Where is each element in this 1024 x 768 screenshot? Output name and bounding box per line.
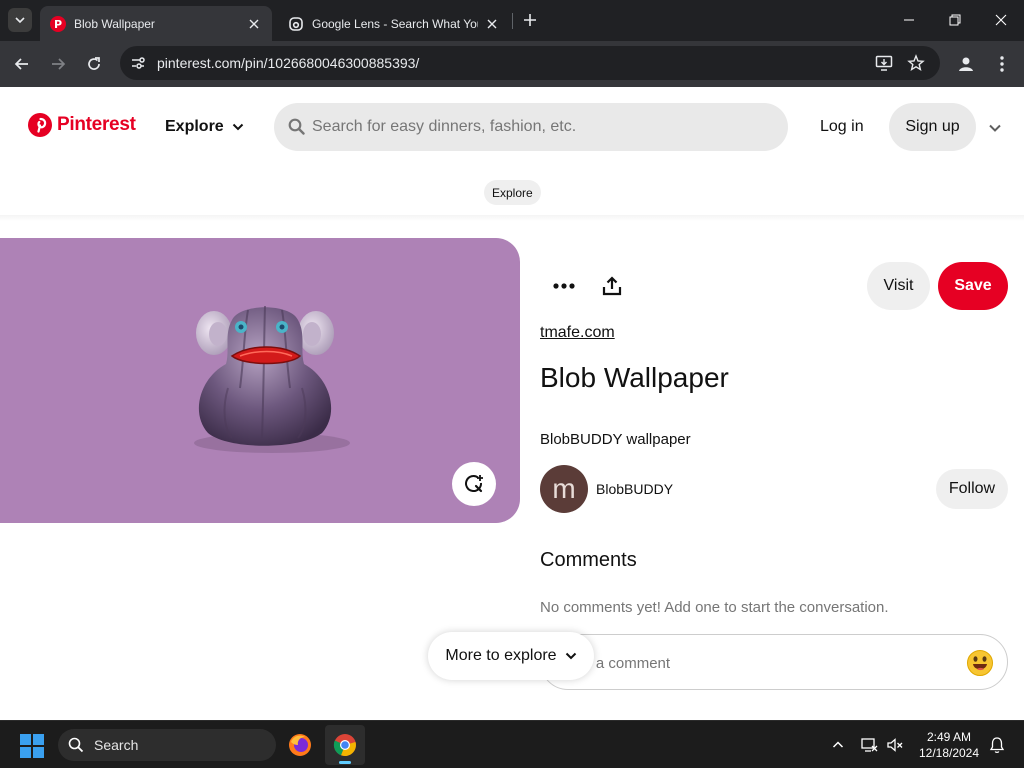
address-bar[interactable]: pinterest.com/pin/1026680046300885393/: [120, 46, 940, 80]
google-lens-icon: [288, 16, 304, 32]
taskbar: Search 2:49 AM 12/18/2024: [0, 720, 1024, 768]
show-hidden-icons-button[interactable]: [827, 734, 849, 756]
more-to-explore-label: More to explore: [445, 647, 557, 664]
tab-title: Google Lens - Search What You See: [312, 16, 478, 31]
tab-search-button[interactable]: [8, 8, 32, 32]
new-tab-button[interactable]: [519, 9, 541, 31]
creator-avatar[interactable]: m: [540, 465, 588, 513]
browser-menu-button[interactable]: [988, 50, 1016, 78]
brand-name: Pinterest: [57, 114, 136, 135]
bell-icon: [989, 737, 1005, 754]
login-button[interactable]: Log in: [808, 103, 876, 151]
plus-icon: [524, 14, 536, 26]
save-button[interactable]: Save: [938, 262, 1008, 310]
blob-buddy-illustration: [194, 305, 350, 453]
pinterest-logo-icon: [28, 113, 52, 137]
restore-button[interactable]: [932, 0, 978, 40]
pinterest-logo[interactable]: Pinterest: [28, 113, 136, 137]
profile-button[interactable]: [952, 50, 980, 78]
notifications-button[interactable]: [986, 734, 1008, 756]
search-input[interactable]: [312, 115, 772, 139]
pin-description: BlobBUDDY wallpaper: [540, 431, 691, 448]
chevron-down-icon: [15, 17, 25, 24]
restore-icon: [949, 14, 961, 26]
browser-tabstrip: P Blob Wallpaper Google Lens - Search Wh…: [0, 0, 1024, 41]
forward-button[interactable]: [44, 50, 72, 78]
breadcrumb[interactable]: Explore: [484, 180, 541, 205]
search-bar[interactable]: [274, 103, 788, 151]
chevron-down-icon: [989, 124, 1001, 132]
share-icon: [602, 276, 622, 296]
system-clock[interactable]: 2:49 AM 12/18/2024: [912, 729, 986, 761]
search-icon: [68, 737, 84, 753]
chrome-icon: [333, 734, 356, 757]
pin-image[interactable]: [0, 238, 520, 523]
chevron-up-icon: [832, 741, 844, 748]
site-settings-icon[interactable]: [126, 51, 150, 75]
taskbar-search[interactable]: Search: [58, 729, 276, 761]
signup-button[interactable]: Sign up: [889, 103, 976, 151]
ellipsis-icon: [553, 283, 575, 289]
volume-status[interactable]: [884, 734, 906, 756]
visit-button[interactable]: Visit: [867, 262, 930, 310]
pinterest-icon: P: [50, 15, 66, 32]
clock-time: 2:49 AM: [926, 730, 972, 744]
tab-title: Blob Wallpaper: [74, 16, 155, 31]
comment-box[interactable]: [540, 634, 1008, 690]
svg-text:P: P: [54, 18, 62, 31]
follow-button[interactable]: Follow: [936, 469, 1008, 509]
network-status[interactable]: [858, 734, 880, 756]
tab-google-lens[interactable]: Google Lens - Search What You See: [278, 6, 510, 41]
reload-icon: [88, 57, 100, 70]
emoji-picker-icon[interactable]: [966, 649, 994, 677]
no-comments-text: No comments yet! Add one to start the co…: [540, 599, 889, 616]
search-icon: [288, 118, 305, 135]
share-button[interactable]: [594, 268, 630, 304]
chevron-down-icon: [565, 652, 576, 660]
close-tab-icon[interactable]: [484, 16, 500, 32]
firefox-icon: [289, 734, 311, 756]
source-link[interactable]: tmafe.com: [540, 324, 615, 342]
chevron-down-icon: [232, 123, 243, 131]
minimize-button[interactable]: [886, 0, 932, 40]
tab-separator: [512, 13, 513, 29]
active-app-indicator: [339, 761, 351, 764]
network-icon: [861, 738, 878, 752]
install-app-icon[interactable]: [872, 51, 896, 75]
more-to-explore-button[interactable]: More to explore: [428, 632, 594, 680]
url-text: pinterest.com/pin/1026680046300885393/: [157, 55, 420, 71]
comment-input[interactable]: [565, 651, 945, 675]
more-options-button[interactable]: [984, 117, 1006, 139]
arrow-right-icon: [52, 58, 66, 70]
arrow-left-icon: [14, 58, 28, 70]
pin-title: Blob Wallpaper: [540, 362, 729, 393]
browser-toolbar: pinterest.com/pin/1026680046300885393/: [0, 41, 1024, 87]
chrome-app[interactable]: [325, 725, 365, 765]
creator-name[interactable]: BlobBUDDY: [596, 481, 673, 497]
visual-search-button[interactable]: [452, 462, 496, 506]
minimize-icon: [904, 19, 914, 21]
volume-muted-icon: [887, 738, 903, 752]
close-window-button[interactable]: [978, 0, 1024, 40]
firefox-app[interactable]: [280, 725, 320, 765]
taskbar-search-label: Search: [94, 737, 139, 753]
windows-start-icon[interactable]: [20, 734, 44, 758]
close-tab-icon[interactable]: [246, 16, 262, 32]
explore-dropdown[interactable]: Explore: [165, 118, 244, 136]
clock-date: 12/18/2024: [918, 746, 980, 760]
close-icon: [995, 14, 1007, 26]
visual-search-icon: [465, 475, 483, 493]
site-header: Pinterest Explore Log in Sign up: [0, 87, 1024, 169]
bookmark-star-icon[interactable]: [904, 51, 928, 75]
explore-label: Explore: [165, 118, 224, 135]
reload-button[interactable]: [80, 50, 108, 78]
profile-icon: [959, 57, 973, 71]
back-button[interactable]: [8, 50, 36, 78]
tab-blob-wallpaper[interactable]: P Blob Wallpaper: [40, 6, 272, 41]
comments-heading: Comments: [540, 549, 637, 571]
more-actions-button[interactable]: [546, 268, 582, 304]
kebab-menu-icon: [1000, 56, 1004, 72]
header-divider: [0, 215, 1024, 221]
